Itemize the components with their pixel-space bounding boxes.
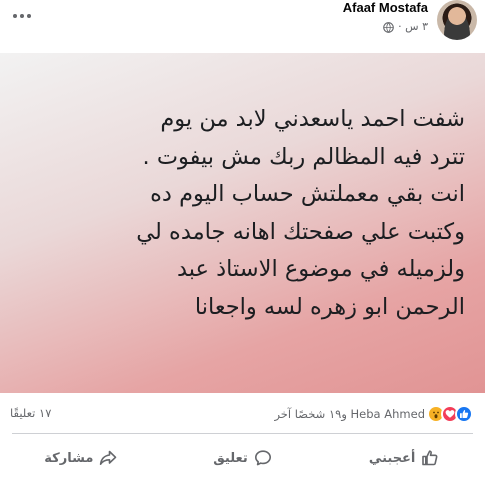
share-label: مشاركة <box>44 450 94 466</box>
post-time[interactable]: ٣ س · <box>398 19 428 35</box>
comment-label: تعليق <box>213 450 248 466</box>
like-button[interactable]: أعجبني <box>323 440 485 476</box>
reactions-text[interactable]: Heba Ahmed و١٩ شخصًا آخر <box>274 407 425 421</box>
text-background-post: شفت احمد ياسعدني لابد من يوم تترد فيه ال… <box>0 53 485 393</box>
more-dots-icon <box>13 14 31 18</box>
post-text-line: الرحمن ابو زهره لسه واجعانا <box>194 293 465 320</box>
share-button[interactable]: مشاركة <box>0 440 162 476</box>
author-block: Afaaf Mostafa ٣ س · <box>343 0 428 35</box>
comments-count[interactable]: ١٧ تعليقًا <box>10 406 51 420</box>
post-meta: ٣ س · <box>343 19 428 35</box>
thumbs-up-icon <box>422 450 438 466</box>
comment-icon <box>254 450 271 466</box>
like-label: أعجبني <box>368 450 416 466</box>
divider <box>12 433 473 434</box>
more-options-button[interactable] <box>10 6 34 26</box>
reaction-icons <box>427 405 473 423</box>
post-text-line: تترد فيه المظالم ربك مش بيفوت . <box>142 143 465 170</box>
post-text-line: شفت احمد ياسعدني لابد من يوم <box>160 106 465 132</box>
post-text-line: ولزميله في موضوع الاستاذ عبد <box>176 256 465 282</box>
author-name[interactable]: Afaaf Mostafa <box>343 0 428 17</box>
avatar[interactable] <box>437 0 477 40</box>
comment-button[interactable]: تعليق <box>162 440 324 476</box>
reactions-summary[interactable]: Heba Ahmed و١٩ شخصًا آخر <box>274 405 473 423</box>
share-icon <box>100 450 117 465</box>
post-text: شفت احمد ياسعدني لابد من يوم تترد فيه ال… <box>20 101 465 326</box>
post-text-line: انت بقي معملتش حساب اليوم ده <box>150 181 465 207</box>
post-actions: أعجبني تعليق مشاركة <box>0 440 485 476</box>
post-text-line: وكتبت علي صفحتك اهانه جامده لي <box>136 218 465 245</box>
post-header: Afaaf Mostafa ٣ س · <box>0 0 485 48</box>
globe-icon <box>383 21 394 33</box>
like-icon <box>455 405 473 423</box>
post-stats: ١٧ تعليقًا Heba Ahmed و١٩ شخصًا آخر <box>0 404 485 426</box>
